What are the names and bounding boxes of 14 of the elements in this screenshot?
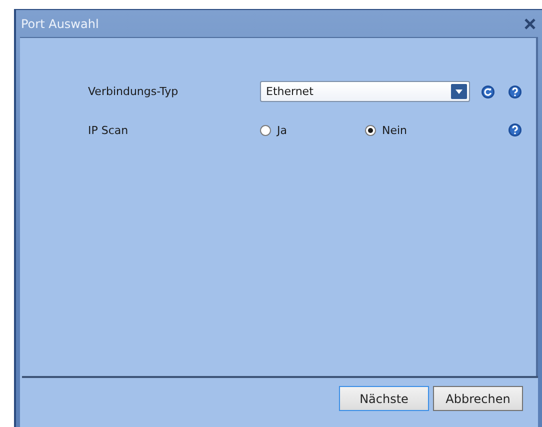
window-title: Port Auswahl — [21, 16, 99, 30]
radio-button[interactable] — [365, 124, 376, 136]
refresh-icon[interactable] — [481, 84, 495, 98]
dialog-button[interactable]: Nächste — [339, 386, 429, 411]
radio-label[interactable]: Ja — [277, 124, 287, 136]
radio-label[interactable]: Nein — [382, 124, 408, 136]
help-icon[interactable] — [508, 84, 522, 98]
radio-button[interactable] — [260, 124, 271, 136]
connection-type-dropdown[interactable]: Ethernet — [260, 81, 470, 102]
help-icon[interactable] — [508, 123, 522, 137]
field-label: IP Scan — [88, 124, 130, 136]
dialog-button[interactable]: Abbrechen — [433, 386, 523, 411]
close-icon[interactable] — [524, 18, 536, 30]
field-label: Verbindungs-Typ — [88, 85, 180, 98]
